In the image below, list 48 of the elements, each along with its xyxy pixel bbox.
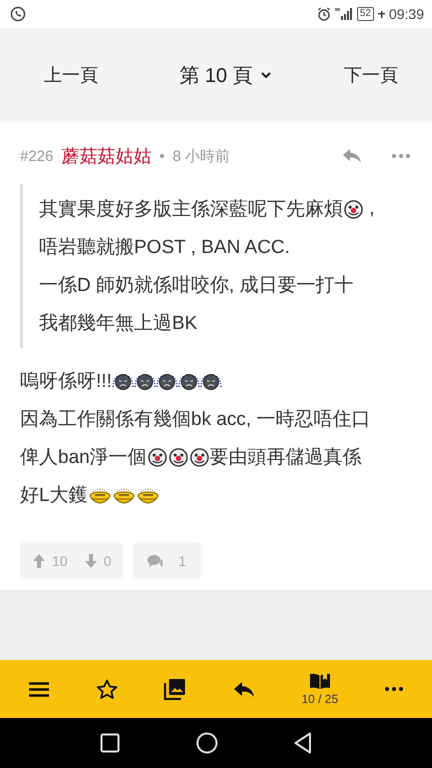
clock-time: 09:39: [388, 6, 424, 22]
clown-emoji-icon: [168, 448, 188, 466]
charging-icon: [378, 10, 385, 18]
quote-text: 其實果度好多版主係深藍呢下先麻煩: [39, 198, 343, 222]
images-icon: [164, 678, 186, 700]
chevron-down-icon: [260, 72, 271, 78]
clown-emoji-icon: [344, 200, 363, 218]
clown-emoji-icon: [190, 448, 209, 466]
comments-icon: [147, 554, 164, 568]
more-icon[interactable]: [392, 154, 410, 158]
upvote-count: 10: [52, 552, 68, 568]
recents-icon[interactable]: [100, 733, 120, 753]
home-icon[interactable]: [196, 732, 218, 754]
post-text: 好L大鑊: [20, 484, 88, 508]
post-text: 俾人ban淨一個: [20, 446, 147, 470]
reply-icon[interactable]: [342, 148, 362, 164]
page-selector[interactable]: 第 10 頁: [177, 56, 273, 94]
post-time: 8 小時前: [172, 146, 230, 166]
separator-dot: •: [159, 148, 165, 164]
clown-emoji-icon: [148, 448, 167, 466]
crying-emoji-icon: [156, 371, 178, 391]
quote-text: ,: [368, 198, 375, 220]
previous-page-button[interactable]: 上一頁: [42, 57, 100, 93]
more-icon: [384, 687, 403, 691]
post-text: 因為工作關係有幾個bk acc, 一時忍唔住口: [20, 408, 370, 432]
next-page-button[interactable]: 下一頁: [342, 57, 400, 93]
quote-text: 我都幾年無上過BK: [39, 312, 198, 336]
menu-icon: [29, 682, 50, 696]
crying-emoji-icon: [112, 371, 134, 391]
crying-emoji-icon: [134, 371, 156, 391]
book-icon: [308, 672, 331, 690]
post-text: 要由頭再儲過真係: [210, 446, 362, 470]
crying-emoji-icon: [200, 371, 222, 391]
author-name[interactable]: 蘑菇菇姑姑: [61, 144, 152, 168]
post-text: 嗚呀係呀!!!: [20, 370, 112, 394]
chat-icon: [10, 6, 26, 22]
back-icon[interactable]: [294, 732, 312, 754]
quote-text: 一係D 師奶就係咁咬你, 成日要一打十: [39, 274, 354, 298]
post-number: #226: [20, 148, 54, 164]
signal-icon: [334, 8, 353, 20]
alarm-icon: [316, 7, 331, 21]
battery-level: 52: [356, 7, 374, 21]
star-icon: [96, 678, 118, 700]
crying-emoji-icon: [178, 371, 200, 391]
reply-icon: [232, 680, 255, 698]
page-count-button[interactable]: 10 / 25: [297, 668, 342, 710]
downvote-count: 0: [104, 552, 112, 568]
quote-text: 唔岩聽就搬POST , BAN ACC.: [39, 236, 290, 260]
